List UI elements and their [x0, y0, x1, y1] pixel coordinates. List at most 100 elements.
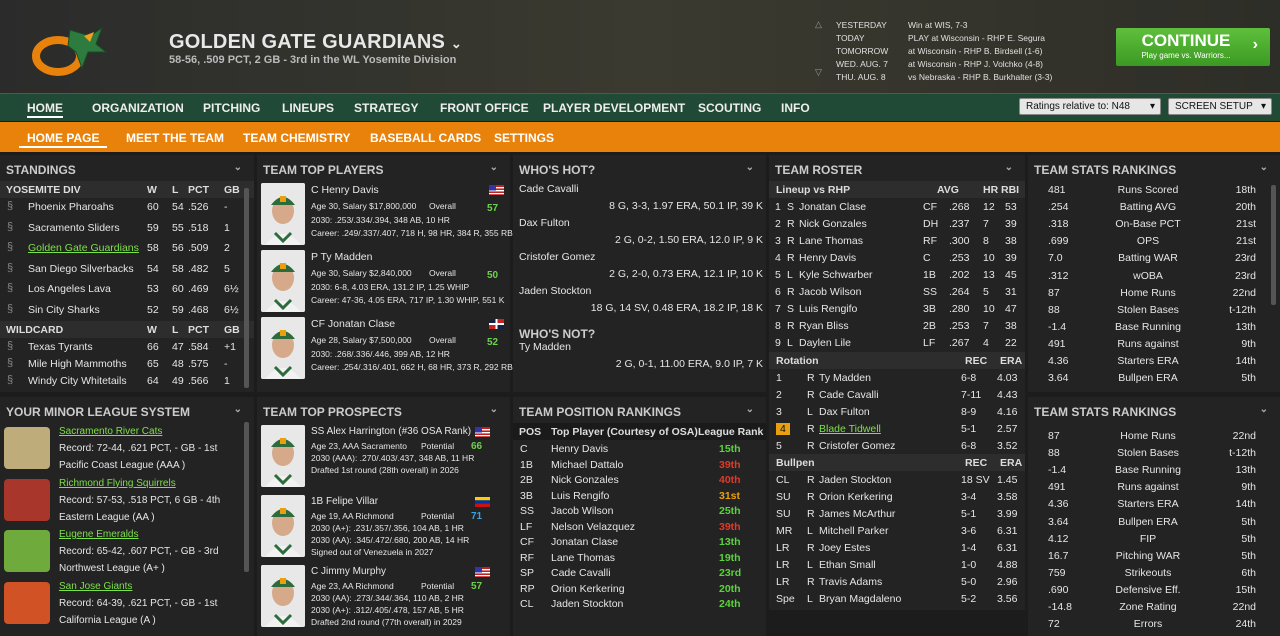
pos-rank-row[interactable]: C Henry Davis 15th	[513, 440, 766, 457]
nav-pitching[interactable]: PITCHING	[203, 101, 260, 115]
tab-team-chemistry[interactable]: TEAM CHEMISTRY	[243, 131, 351, 145]
lineup-row[interactable]: 7 S Luis Rengifo 3B .280 10 47	[769, 300, 1025, 317]
schedule-row[interactable]: TOMORROW at Wisconsin - RHP B. Birdsell (…	[836, 45, 1052, 58]
player-name[interactable]: P Ty Madden	[311, 251, 373, 263]
chevron-down-icon[interactable]: ⌄	[746, 404, 754, 415]
pos-rank-row[interactable]: CF Jonatan Clase 13th	[513, 533, 766, 550]
pos-rank-row[interactable]: RP Orion Kerkering 20th	[513, 580, 766, 597]
player-name[interactable]: Dax Fulton	[819, 406, 870, 418]
lineup-row[interactable]: 6 R Jacob Wilson SS .264 5 31	[769, 283, 1025, 300]
player-name[interactable]: Michael Dattalo	[551, 459, 623, 471]
bullpen-row[interactable]: LR R Joey Estes 1-4 6.31	[769, 539, 1025, 556]
not-player-name[interactable]: Ty Madden	[519, 341, 571, 353]
chevron-down-icon[interactable]: ⌄	[451, 36, 462, 51]
player-name[interactable]: Kyle Schwarber	[799, 269, 873, 281]
prospect-name[interactable]: C Jimmy Murphy	[311, 566, 386, 577]
screen-setup-select[interactable]: SCREEN SETUP ▾	[1168, 98, 1272, 115]
standings-row[interactable]: Los Angeles Lava 53 60 .469 6½ §	[0, 280, 254, 297]
pos-rank-row[interactable]: 3B Luis Rengifo 31st	[513, 487, 766, 504]
stat-row[interactable]: 4.36 Starters ERA 14th	[1028, 495, 1280, 512]
prospect-card[interactable]: C Jimmy Murphy Age 23, AA Richmond Potenti…	[259, 563, 509, 627]
stat-row[interactable]: 759 Strikeouts 6th	[1028, 564, 1280, 581]
chevron-down-icon[interactable]: ⌄	[234, 404, 242, 415]
player-name[interactable]: Ryan Bliss	[799, 320, 849, 332]
player-name[interactable]: Bryan Magdaleno	[819, 593, 901, 605]
pos-rank-row[interactable]: CL Jaden Stockton 24th	[513, 595, 766, 612]
player-name[interactable]: Cristofer Gomez	[819, 440, 895, 452]
player-name[interactable]: Cade Cavalli	[551, 567, 611, 579]
wildcard-row[interactable]: Mile High Mammoths 65 48 .575 - §	[0, 355, 254, 372]
tab-home-page[interactable]: HOME PAGE	[19, 131, 108, 148]
nav-scouting[interactable]: SCOUTING	[698, 101, 761, 115]
player-name[interactable]: Ty Madden	[819, 372, 871, 384]
pos-rank-row[interactable]: 1B Michael Dattalo 39th	[513, 456, 766, 473]
nav-lineups[interactable]: LINEUPS	[282, 101, 334, 115]
stat-row[interactable]: 3.64 Bullpen ERA 5th	[1028, 513, 1280, 530]
prospect-card[interactable]: SS Alex Harrington (#36 OSA Rank) Age 23,…	[259, 423, 509, 487]
schedule-row[interactable]: TODAY PLAY at Wisconsin - RHP E. Segura	[836, 32, 1052, 45]
wildcard-row[interactable]: Windy City Whitetails 64 49 .566 1 §	[0, 372, 254, 389]
chevron-down-icon[interactable]: ⌄	[234, 162, 242, 173]
schedule-row[interactable]: THU. AUG. 8 vs Nebraska - RHP B. Burkhalt…	[836, 71, 1052, 84]
chevron-down-icon[interactable]: ⌄	[490, 404, 498, 415]
hot-player-name[interactable]: Cristofer Gomez	[519, 251, 595, 263]
player-name[interactable]: Ethan Small	[819, 559, 876, 571]
player-name[interactable]: Jonatan Clase	[799, 201, 866, 213]
player-name[interactable]: Nick Gonzales	[551, 474, 619, 486]
lineup-row[interactable]: 8 R Ryan Bliss 2B .253 7 38	[769, 317, 1025, 334]
nav-home[interactable]: HOME	[27, 101, 63, 118]
nav-organization[interactable]: ORGANIZATION	[92, 101, 184, 115]
player-name[interactable]: Blade Tidwell	[819, 423, 881, 435]
stat-row[interactable]: 87 Home Runs 22nd	[1028, 427, 1280, 444]
player-name[interactable]: Jaden Stockton	[551, 598, 623, 610]
lineup-row[interactable]: 2 R Nick Gonzales DH .237 7 39	[769, 215, 1025, 232]
tab-baseball-cards[interactable]: BASEBALL CARDS	[370, 131, 481, 145]
bullpen-row[interactable]: SU R Orion Kerkering 3-4 3.58	[769, 488, 1025, 505]
chevron-down-icon[interactable]: ⌄	[1005, 162, 1013, 173]
standings-row[interactable]: Golden Gate Guardians 58 56 .509 2 §	[0, 239, 254, 256]
stat-row[interactable]: 491 Runs against 9th	[1028, 335, 1280, 352]
hot-player-name[interactable]: Dax Fulton	[519, 217, 570, 229]
player-name[interactable]: Lane Thomas	[551, 552, 615, 564]
lineup-row[interactable]: 5 L Kyle Schwarber 1B .202 13 45	[769, 266, 1025, 283]
player-name[interactable]: Cade Cavalli	[819, 389, 879, 401]
stat-row[interactable]: .318 On-Base PCT 21st	[1028, 215, 1280, 232]
schedule-down-icon[interactable]: ▽	[815, 67, 822, 78]
stat-row[interactable]: .690 Defensive Eff. 15th	[1028, 581, 1280, 598]
stat-row[interactable]: .699 OPS 21st	[1028, 232, 1280, 249]
player-name[interactable]: Jacob Wilson	[551, 505, 613, 517]
player-name[interactable]: Orion Kerkering	[551, 583, 625, 595]
stat-row[interactable]: .254 Batting AVG 20th	[1028, 198, 1280, 215]
stat-row[interactable]: 16.7 Pitching WAR 5th	[1028, 547, 1280, 564]
stat-row[interactable]: 88 Stolen Bases t-12th	[1028, 444, 1280, 461]
player-name[interactable]: Nick Gonzales	[799, 218, 867, 230]
stat-row[interactable]: .312 wOBA 23rd	[1028, 267, 1280, 284]
standings-row[interactable]: San Diego Silverbacks 54 58 .482 5 §	[0, 260, 254, 277]
player-name[interactable]: Luis Rengifo	[551, 490, 609, 502]
player-name[interactable]: Orion Kerkering	[819, 491, 893, 503]
player-name[interactable]: Nelson Velazquez	[551, 521, 635, 533]
player-name[interactable]: CF Jonatan Clase	[311, 318, 395, 330]
minor-team-name[interactable]: Sacramento River Cats	[59, 426, 162, 437]
player-name[interactable]: Mitchell Parker	[819, 525, 888, 537]
schedule-up-icon[interactable]: △	[815, 19, 822, 30]
bullpen-row[interactable]: LR R Travis Adams 5-0 2.96	[769, 573, 1025, 590]
bullpen-row[interactable]: CL R Jaden Stockton 18 SV 1.45	[769, 471, 1025, 488]
scrollbar[interactable]	[244, 188, 249, 388]
bullpen-row[interactable]: SU R James McArthur 5-1 3.99	[769, 505, 1025, 522]
player-name[interactable]: Joey Estes	[819, 542, 870, 554]
standings-row[interactable]: Sacramento Sliders 59 55 .518 1 §	[0, 219, 254, 236]
stat-row[interactable]: 481 Runs Scored 18th	[1028, 181, 1280, 198]
hot-player-name[interactable]: Jaden Stockton	[519, 285, 591, 297]
nav-player-development[interactable]: PLAYER DEVELOPMENT	[543, 101, 685, 115]
rotation-row[interactable]: 1 R Ty Madden 6-8 4.03	[769, 369, 1025, 386]
pos-rank-row[interactable]: SP Cade Cavalli 23rd	[513, 564, 766, 581]
player-name[interactable]: Luis Rengifo	[799, 303, 857, 315]
ratings-select[interactable]: Ratings relative to: N48 ▾	[1019, 98, 1161, 115]
scrollbar[interactable]	[244, 422, 249, 572]
player-name[interactable]: Henry Davis	[799, 252, 856, 264]
rotation-row[interactable]: 4 R Blade Tidwell 5-1 2.57	[769, 420, 1025, 437]
stat-row[interactable]: 72 Errors 24th	[1028, 615, 1280, 632]
pos-rank-row[interactable]: 2B Nick Gonzales 40th	[513, 471, 766, 488]
player-name[interactable]: Jonatan Clase	[551, 536, 618, 548]
